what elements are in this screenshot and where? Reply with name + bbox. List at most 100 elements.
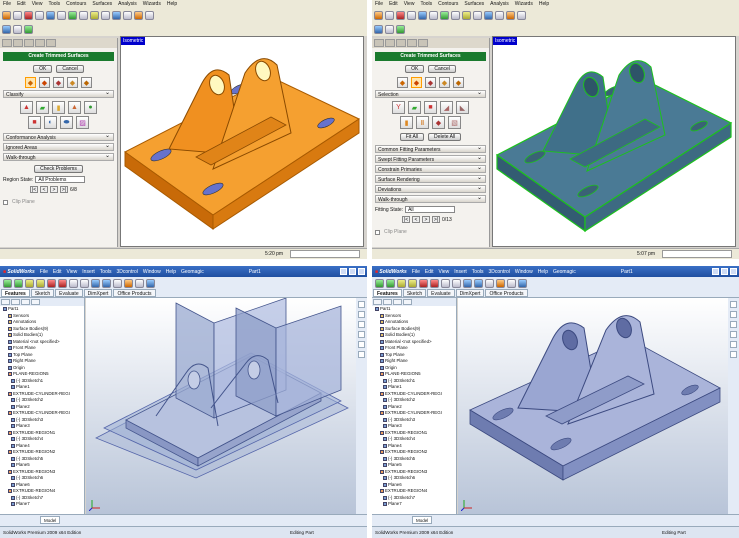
menu-help[interactable]: Help: [167, 1, 177, 7]
step-icon-5[interactable]: ◆: [453, 77, 464, 88]
layer-icon[interactable]: [396, 24, 405, 34]
graphics-area[interactable]: [86, 298, 356, 514]
menu-file[interactable]: File: [3, 1, 11, 7]
check-problems-button[interactable]: Check Problems: [34, 165, 83, 173]
custom-properties-icon[interactable]: [358, 351, 365, 358]
panel-tab-2[interactable]: [13, 39, 23, 47]
maximize-icon[interactable]: [349, 268, 356, 275]
tab-model[interactable]: Model: [412, 516, 433, 524]
shell-icon[interactable]: [474, 278, 483, 288]
zoom-icon[interactable]: [90, 10, 99, 20]
tab-model[interactable]: Model: [40, 516, 61, 524]
surface-rendering-section[interactable]: Surface Rendering: [375, 174, 486, 183]
menu-wizards[interactable]: Wizards: [515, 1, 533, 7]
minimize-icon[interactable]: [340, 268, 347, 275]
tree-tab-properties[interactable]: [383, 299, 392, 305]
open-icon[interactable]: [374, 10, 383, 20]
maximize-icon[interactable]: [721, 268, 728, 275]
curves-icon[interactable]: [146, 278, 155, 288]
zoom-icon[interactable]: [462, 10, 471, 20]
menu-help[interactable]: Help: [538, 269, 548, 275]
menu-view[interactable]: View: [32, 1, 43, 7]
rotate-icon[interactable]: [440, 10, 449, 20]
menu-edit[interactable]: Edit: [17, 1, 26, 7]
tree-tab-dimxpert[interactable]: [31, 299, 40, 305]
select-icon[interactable]: [418, 10, 427, 20]
panel-tab-4[interactable]: [407, 39, 417, 47]
menu-help[interactable]: Help: [539, 1, 549, 7]
region-state-select[interactable]: All Problems: [35, 176, 86, 183]
select-revolve-icon[interactable]: ◆: [432, 116, 445, 129]
undo-icon[interactable]: [396, 10, 405, 20]
select-sweep-icon[interactable]: ◢: [440, 101, 453, 114]
sweep-icon[interactable]: [397, 278, 406, 288]
cube-view-icon[interactable]: [2, 24, 11, 34]
chamfer-icon[interactable]: [80, 278, 89, 288]
reference-icon[interactable]: [507, 278, 516, 288]
close-icon[interactable]: [358, 268, 365, 275]
menu-3dcontrol[interactable]: 3Dcontrol: [488, 269, 509, 275]
prev-button[interactable]: <: [412, 216, 420, 223]
revolve-icon[interactable]: [386, 278, 395, 288]
menu-surfaces[interactable]: Surfaces: [464, 1, 484, 7]
rib-icon[interactable]: [463, 278, 472, 288]
cancel-button[interactable]: Cancel: [56, 65, 84, 73]
panel-tab-2[interactable]: [385, 39, 395, 47]
extrude-icon[interactable]: [3, 278, 12, 288]
custom-properties-icon[interactable]: [730, 351, 737, 358]
step-icon-2[interactable]: ◆: [411, 77, 422, 88]
step-icon-3[interactable]: ◆: [53, 77, 64, 88]
selection-section[interactable]: Selection: [375, 89, 486, 98]
tree-tab-features[interactable]: [373, 299, 382, 305]
select-free-icon[interactable]: ▰: [408, 101, 421, 114]
ok-button[interactable]: OK: [405, 65, 425, 73]
loft-icon[interactable]: [408, 278, 417, 288]
tab-office-products[interactable]: Office Products: [485, 289, 528, 297]
tab-office-products[interactable]: Office Products: [113, 289, 156, 297]
classify-cone-icon[interactable]: ▲: [68, 101, 81, 114]
menu-analysis[interactable]: Analysis: [490, 1, 509, 7]
step-icon-3[interactable]: ◆: [425, 77, 436, 88]
cut-icon[interactable]: [47, 278, 56, 288]
classify-cylinder-icon[interactable]: ▮: [52, 101, 65, 114]
extrude-icon[interactable]: [375, 278, 384, 288]
classify-plane-icon[interactable]: ▲: [20, 101, 33, 114]
lasso-icon[interactable]: [429, 10, 438, 20]
menu-edit[interactable]: Edit: [389, 1, 398, 7]
menu-contours[interactable]: Contours: [66, 1, 86, 7]
menu-tools[interactable]: Tools: [420, 1, 432, 7]
step-icon-4[interactable]: ◆: [67, 77, 78, 88]
next-button[interactable]: >: [422, 216, 430, 223]
panel-tab-3[interactable]: [24, 39, 34, 47]
pattern-icon[interactable]: [485, 278, 494, 288]
fitting-state-select[interactable]: All: [405, 206, 456, 213]
tree-tab-dimxpert[interactable]: [403, 299, 412, 305]
cancel-button[interactable]: Cancel: [428, 65, 456, 73]
search-icon[interactable]: [730, 331, 737, 338]
step-icon-2[interactable]: ◆: [39, 77, 50, 88]
classify-extrude-icon[interactable]: ■: [28, 116, 41, 129]
grid-icon[interactable]: [385, 24, 394, 34]
prev-button[interactable]: <: [40, 186, 48, 193]
tree-tab-config[interactable]: [393, 299, 402, 305]
menu-wizards[interactable]: Wizards: [143, 1, 161, 7]
panel-tab-3[interactable]: [396, 39, 406, 47]
tab-sketch[interactable]: Sketch: [402, 289, 427, 297]
panel-tab-5[interactable]: [418, 39, 428, 47]
menu-view[interactable]: View: [404, 1, 415, 7]
cut-revolve-icon[interactable]: [58, 278, 67, 288]
delete-all-button[interactable]: Delete All: [428, 133, 462, 141]
appearances-icon[interactable]: [358, 341, 365, 348]
lasso-icon[interactable]: [57, 10, 66, 20]
fit-all-button[interactable]: Fit All: [399, 133, 425, 141]
tree-tab-config[interactable]: [21, 299, 30, 305]
classify-sweep-icon[interactable]: ⬬: [60, 116, 73, 129]
menu-window[interactable]: Window: [515, 269, 533, 275]
cut-revolve-icon[interactable]: [430, 278, 439, 288]
select-cylinder-icon[interactable]: Ⅱ: [416, 116, 429, 129]
pattern-icon[interactable]: [113, 278, 122, 288]
ignored-areas-section[interactable]: Ignored Areas: [3, 142, 114, 151]
save-icon[interactable]: [385, 10, 394, 20]
design-library-icon[interactable]: [730, 311, 737, 318]
mirror-icon[interactable]: [124, 278, 133, 288]
